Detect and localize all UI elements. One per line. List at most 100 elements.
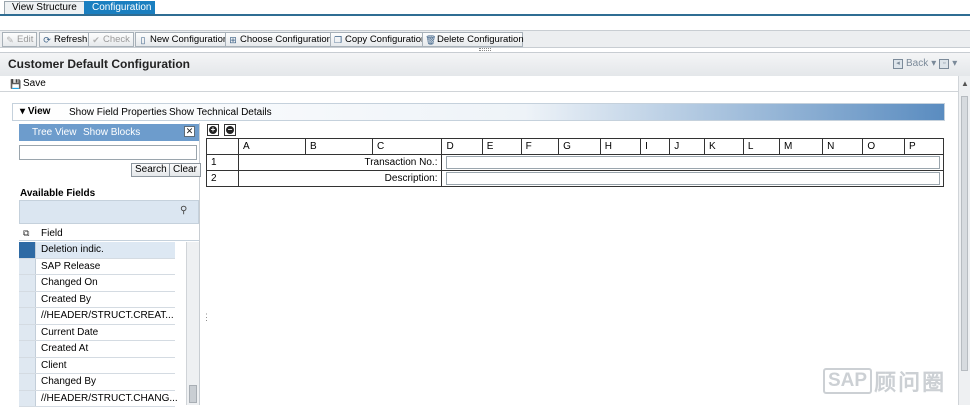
grid-row-number[interactable]: 2 (207, 171, 239, 187)
field-list-item[interactable]: Current Date (19, 325, 175, 342)
toolbar: ✎Edit ⟳Refresh ✔Check ▯New Configuration… (0, 30, 970, 48)
field-header-label: Field (41, 228, 63, 239)
row-selector[interactable] (19, 292, 36, 308)
add-row-button[interactable]: + (207, 124, 219, 136)
row-selector[interactable] (19, 391, 36, 407)
new-configuration-button[interactable]: ▯New Configuration (135, 32, 232, 47)
choose-configuration-label: Choose Configuration (240, 33, 332, 46)
field-list-item[interactable]: Client (19, 358, 175, 375)
field-list-item[interactable]: //HEADER/STRUCT.CREAT... (19, 308, 175, 325)
field-name: Client (41, 360, 67, 371)
grid-column-header[interactable]: A (239, 139, 306, 155)
minus-circle-icon: − (226, 126, 234, 134)
grid-column-header[interactable]: I (641, 139, 670, 155)
field-list-item[interactable]: SAP Release (19, 259, 175, 276)
filter-bar (19, 200, 199, 224)
tab-configuration[interactable]: Configuration (84, 1, 155, 14)
grid-column-header[interactable]: J (670, 139, 705, 155)
grid-column-header[interactable]: P (905, 139, 944, 155)
back-label: Back (906, 58, 928, 69)
save-icon: 💾 (10, 79, 20, 89)
field-list-scrollbar[interactable] (186, 242, 199, 405)
available-fields-heading: Available Fields (20, 188, 95, 199)
dropdown-icon-2[interactable]: ▾ (952, 58, 957, 69)
refresh-button[interactable]: ⟳Refresh (39, 32, 91, 47)
grid-row-number[interactable]: 1 (207, 155, 239, 171)
grid-column-header[interactable]: E (482, 139, 521, 155)
show-blocks-link[interactable]: Show Blocks (83, 127, 140, 138)
toolbar-grip[interactable] (479, 48, 491, 51)
page-scrollbar[interactable]: ▲ (958, 76, 970, 405)
view-toggle[interactable]: ▾ View (20, 106, 50, 117)
filter-icon[interactable]: ⚲ (180, 205, 187, 216)
row-selector[interactable] (19, 308, 36, 324)
search-button[interactable]: Search (131, 163, 171, 177)
field-list-item[interactable]: Changed By (19, 374, 175, 391)
back-button[interactable]: ◂ Back ▾ ▫ ▾ (893, 58, 957, 69)
edit-label: Edit (17, 33, 33, 46)
grid-row: 2Description: (207, 171, 944, 187)
field-list-item[interactable]: Created At (19, 341, 175, 358)
show-technical-details-link[interactable]: Show Technical Details (169, 107, 272, 118)
row-selector[interactable] (19, 374, 36, 390)
window-icon[interactable]: ▫ (939, 59, 949, 69)
grid-field-label[interactable]: Transaction No.: (239, 155, 442, 171)
grid-column-header[interactable]: L (743, 139, 779, 155)
row-selector[interactable] (19, 341, 36, 357)
row-selector[interactable] (19, 242, 36, 258)
field-list-item[interactable]: Created By (19, 292, 175, 309)
splitter-handle[interactable]: ⋮ (202, 312, 211, 323)
settings-icon[interactable]: ⧉ (23, 228, 29, 239)
grid-column-header[interactable]: C (373, 139, 442, 155)
save-button[interactable]: 💾Save (10, 78, 46, 89)
field-list-item[interactable]: Deletion indic. (19, 242, 175, 259)
clear-button[interactable]: Clear (169, 163, 201, 177)
save-bar (0, 76, 958, 92)
close-icon[interactable]: ✕ (184, 126, 195, 137)
grid-column-header[interactable]: M (780, 139, 823, 155)
grid-column-header[interactable]: N (823, 139, 863, 155)
check-button[interactable]: ✔Check (88, 32, 134, 47)
field-name: Created At (41, 343, 88, 354)
page-title: Customer Default Configuration (8, 57, 190, 71)
grid-field-label[interactable]: Description: (239, 171, 442, 187)
field-name: Deletion indic. (41, 244, 104, 255)
view-label: View (28, 106, 51, 117)
row-selector[interactable] (19, 358, 36, 374)
trash-icon: 🗑 (425, 35, 435, 45)
grid-column-header[interactable]: D (442, 139, 482, 155)
field-scroll-thumb[interactable] (189, 385, 197, 403)
field-name: Changed By (41, 376, 96, 387)
edit-button[interactable]: ✎Edit (2, 32, 37, 47)
grid-column-header[interactable]: F (521, 139, 558, 155)
copy-configuration-button[interactable]: ❐Copy Configuration (330, 32, 430, 47)
new-configuration-label: New Configuration (150, 33, 228, 46)
grid-input-field[interactable] (446, 156, 940, 169)
back-icon: ◂ (893, 59, 903, 69)
plus-circle-icon: + (209, 126, 217, 134)
row-selector[interactable] (19, 325, 36, 341)
scroll-up-icon[interactable]: ▲ (961, 79, 969, 88)
dropdown-icon[interactable]: ▾ (931, 58, 936, 69)
grid-column-header[interactable]: O (863, 139, 905, 155)
field-name: //HEADER/STRUCT.CREAT... (41, 310, 174, 321)
row-selector[interactable] (19, 259, 36, 275)
field-search-input[interactable] (19, 145, 197, 160)
choose-configuration-button[interactable]: ⊞Choose Configuration (225, 32, 336, 47)
grid-column-header[interactable]: H (600, 139, 640, 155)
save-label: Save (23, 78, 46, 89)
show-field-properties-link[interactable]: Show Field Properties (69, 107, 167, 118)
remove-row-button[interactable]: − (224, 124, 236, 136)
tab-view-structure[interactable]: View Structure (4, 1, 85, 14)
delete-configuration-button[interactable]: 🗑Delete Configuration (422, 32, 523, 47)
grid-field-cell (442, 155, 944, 171)
grid-column-header[interactable]: B (306, 139, 373, 155)
grid-column-header[interactable]: G (559, 139, 601, 155)
pencil-icon: ✎ (5, 35, 15, 45)
scroll-thumb[interactable] (961, 96, 968, 371)
grid-column-header[interactable]: K (705, 139, 744, 155)
grid-input-field[interactable] (446, 172, 940, 185)
tree-view-link[interactable]: Tree View (32, 127, 76, 138)
row-selector[interactable] (19, 275, 36, 291)
field-list-item[interactable]: Changed On (19, 275, 175, 292)
